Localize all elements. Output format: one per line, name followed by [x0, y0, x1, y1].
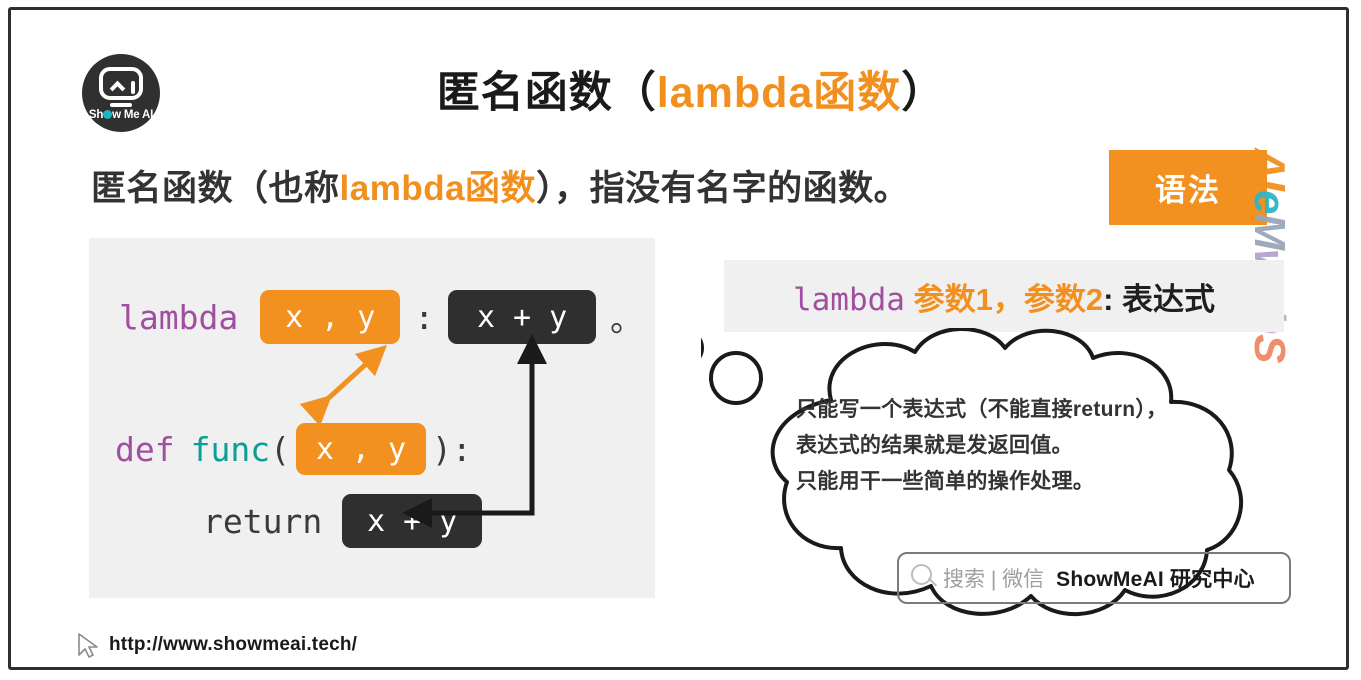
search-placeholder-text: 搜索 | 微信 [943, 568, 1045, 591]
smiley-dot-icon [103, 110, 113, 119]
thought-bubble-text: 只能写一个表达式（不能直接return）， 表达式的结果就是发返回值。 只能用干… [796, 392, 1216, 500]
syntax-params: 参数1，参数2 [904, 281, 1104, 317]
search-icon [911, 564, 939, 592]
title-part-3: ） [901, 69, 946, 117]
robot-mouth-icon [110, 103, 132, 107]
def-params-pill: x , y [295, 423, 426, 475]
lambda-colon: : [414, 297, 435, 337]
footer: http://www.showmeai.tech/ [73, 630, 357, 660]
bubble-line-1: 只能写一个表达式（不能直接return）， [796, 398, 1168, 421]
subtitle-part-1: 匿名函数（也称 [91, 169, 340, 208]
watermark-letter-7: AI [1245, 148, 1294, 190]
watermark-letter-5: M [1245, 213, 1294, 250]
syntax-keyword: lambda [792, 281, 905, 318]
code-line-return: return x + y [203, 494, 483, 548]
lambda-expression-pill: x + y [448, 290, 597, 344]
subtitle-definition: 匿名函数（也称lambda函数），指没有名字的函数。 [91, 160, 909, 211]
wechat-search-watermark: 搜索 | 微信 ShowMeAI 研究中心 [897, 552, 1291, 604]
syntax-badge-label: 语法 [1155, 173, 1221, 208]
robot-face-icon [99, 67, 143, 100]
subtitle-part-3: ），指没有名字的函数。 [536, 169, 910, 208]
bubble-line-3: 只能用干一些简单的操作处理。 [796, 470, 1095, 493]
keyword-def: def [115, 429, 175, 469]
footer-url-text: http://www.showmeai.tech/ [109, 634, 358, 655]
return-expression-pill: x + y [342, 494, 483, 548]
thought-dot-small [701, 337, 704, 359]
watermark-letter-6: e [1245, 190, 1294, 214]
caret-up-icon [109, 80, 126, 97]
syntax-badge: 语法 [1109, 150, 1267, 225]
code-example-panel: lambda x , y : x + y 。 def func ( x , y … [89, 238, 655, 598]
bubble-line-2: 表达式的结果就是发返回值。 [796, 434, 1073, 457]
def-lparen: ( [270, 429, 290, 469]
search-brand-text: ShowMeAI 研究中心 [1056, 568, 1255, 591]
bar-icon [131, 81, 135, 94]
function-name: func [190, 429, 271, 469]
slide-canvas: Sh w Me AI 匿名函数（lambda函数） 匿名函数（也称lambda函数… [8, 7, 1349, 670]
page-title: 匿名函数（lambda函数） [311, 58, 1071, 120]
logo-brand-post: w Me AI [112, 109, 154, 121]
title-part-1: 匿名函数（ [436, 69, 657, 117]
logo-brand-pre: Sh [88, 109, 104, 121]
syntax-formula-box: lambda 参数1，参数2: 表达式 [724, 260, 1284, 332]
keyword-lambda: lambda [119, 297, 239, 337]
code-line-lambda: lambda x , y : x + y 。 [119, 290, 643, 344]
showmeai-logo: Sh w Me AI [82, 54, 160, 132]
code-line-def: def func ( x , y ): [115, 423, 472, 475]
thought-dot-medium [709, 351, 763, 405]
def-rparen: ): [431, 429, 472, 469]
lambda-period: 。 [610, 300, 644, 339]
cursor-pointer-icon [78, 633, 98, 658]
subtitle-part-2: lambda函数 [339, 169, 537, 208]
title-part-2: lambda函数 [656, 69, 902, 117]
syntax-rest: : 表达式 [1103, 281, 1215, 317]
syntax-formula-text: lambda 参数1，参数2: 表达式 [793, 274, 1215, 319]
logo-brand-text: Sh w Me AI [82, 109, 160, 121]
lambda-params-pill: x , y [260, 290, 401, 344]
keyword-return: return [203, 501, 323, 541]
